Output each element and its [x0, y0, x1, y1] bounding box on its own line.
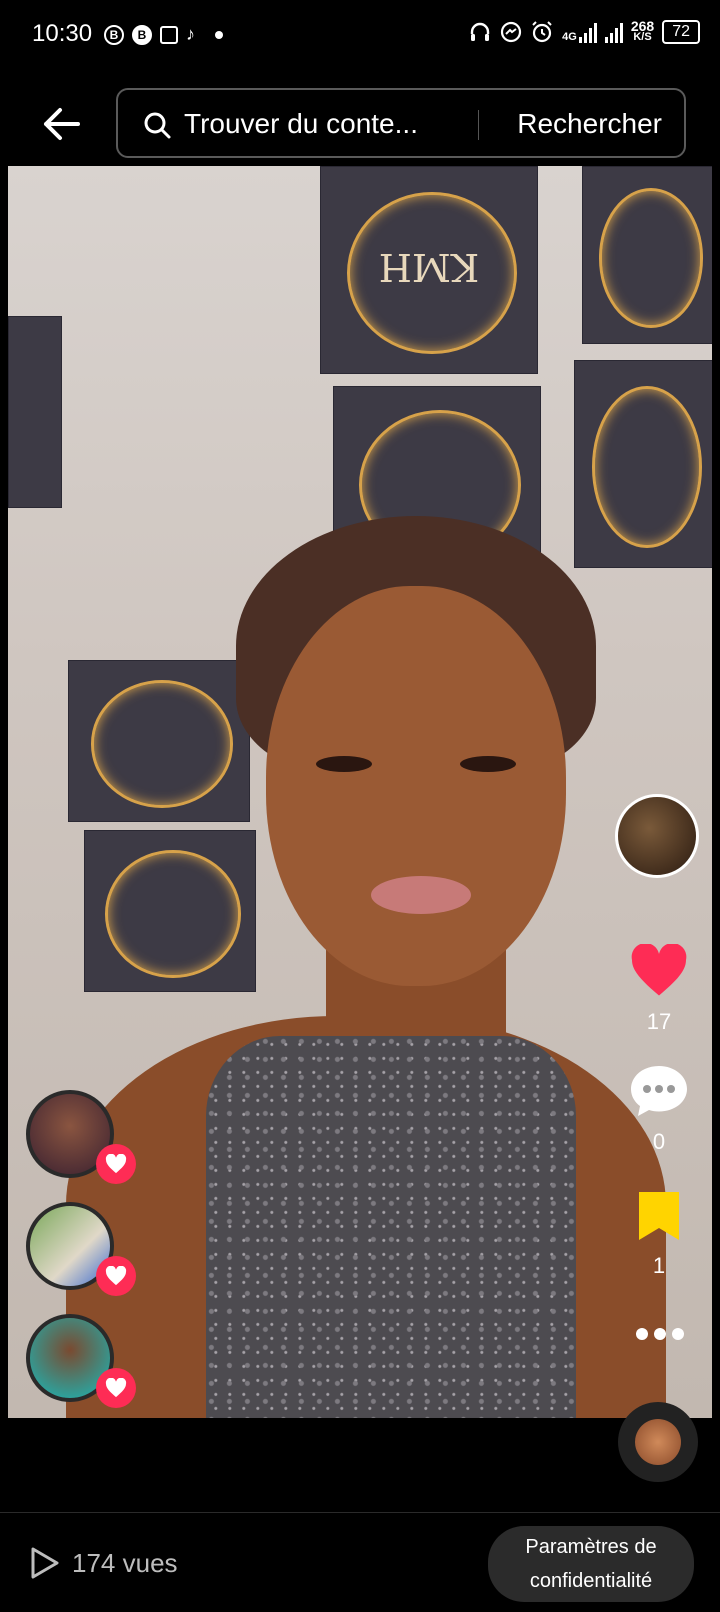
creator-avatar[interactable] [615, 794, 699, 878]
tiktok-icon: ♪ [186, 24, 195, 44]
b-app-icon: B [132, 24, 152, 45]
comment-button[interactable]: 0 [619, 1064, 699, 1155]
footer-divider [0, 1512, 720, 1513]
battery-indicator: 72 [662, 20, 700, 44]
views-count: 174 vues [72, 1547, 178, 1578]
liker-avatar[interactable] [26, 1202, 136, 1296]
liker-heart-badge [96, 1144, 136, 1184]
bookmark-count: 1 [652, 1253, 666, 1278]
heart-icon [105, 1378, 127, 1398]
bookmark-icon [639, 1192, 679, 1240]
whatsapp-business-icon: B [104, 24, 124, 45]
search-button[interactable]: Rechercher [517, 108, 662, 140]
net-speed-unit: K/S [633, 31, 652, 43]
heart-icon [105, 1154, 127, 1174]
backdrop-poster [8, 316, 62, 508]
backdrop-poster: KMH [320, 166, 538, 374]
video-subject [66, 516, 666, 1418]
status-right: 4G 268 K/S 72 [468, 19, 700, 44]
liker-heart-badge [96, 1368, 136, 1408]
network-type: 4G [562, 31, 577, 43]
privacy-settings-button[interactable]: Paramètres de confidentialité [488, 1526, 694, 1602]
search-input[interactable]: Trouver du conte... [184, 108, 418, 140]
back-button[interactable] [38, 100, 86, 148]
views-indicator: 174 vues [30, 1546, 178, 1580]
alarm-icon [532, 21, 552, 43]
signal-2-icon [604, 21, 623, 43]
search-icon [144, 112, 171, 139]
liker-avatar[interactable] [26, 1090, 136, 1184]
search-bar[interactable]: Trouver du conte... Rechercher [116, 88, 686, 158]
news-icon [160, 25, 178, 44]
privacy-label-line1: Paramètres de [525, 1536, 657, 1558]
comment-icon [631, 1066, 687, 1116]
status-bar: 10:30 B B ♪ 4G 268 K/S 72 [0, 0, 720, 72]
like-count: 17 [646, 1009, 672, 1034]
backdrop-poster [582, 166, 712, 344]
more-notifications-dot-icon [215, 30, 223, 39]
heart-icon [105, 1266, 127, 1286]
search-divider [478, 110, 479, 140]
poster-logo-text: KMH [378, 245, 480, 290]
bookmark-button[interactable]: 1 [619, 1190, 699, 1279]
arrow-left-icon [44, 108, 80, 140]
notification-icons: B B ♪ [104, 24, 223, 45]
comment-count: 0 [652, 1129, 666, 1154]
play-outline-icon [31, 1547, 59, 1579]
heart-icon [631, 943, 687, 996]
headphones-icon [470, 22, 490, 41]
signal-1-icon [578, 21, 597, 43]
privacy-label-line2: confidentialité [529, 1570, 653, 1592]
messenger-icon [501, 21, 522, 43]
video-player[interactable]: KMH [8, 166, 712, 1418]
liker-avatar[interactable] [26, 1314, 136, 1408]
status-time: 10:30 [32, 20, 93, 47]
sound-cover [635, 1419, 681, 1465]
liker-heart-badge [96, 1256, 136, 1296]
sound-disc-button[interactable] [618, 1402, 698, 1482]
more-options-icon[interactable] [630, 1324, 690, 1344]
like-button[interactable]: 17 [619, 943, 699, 1035]
